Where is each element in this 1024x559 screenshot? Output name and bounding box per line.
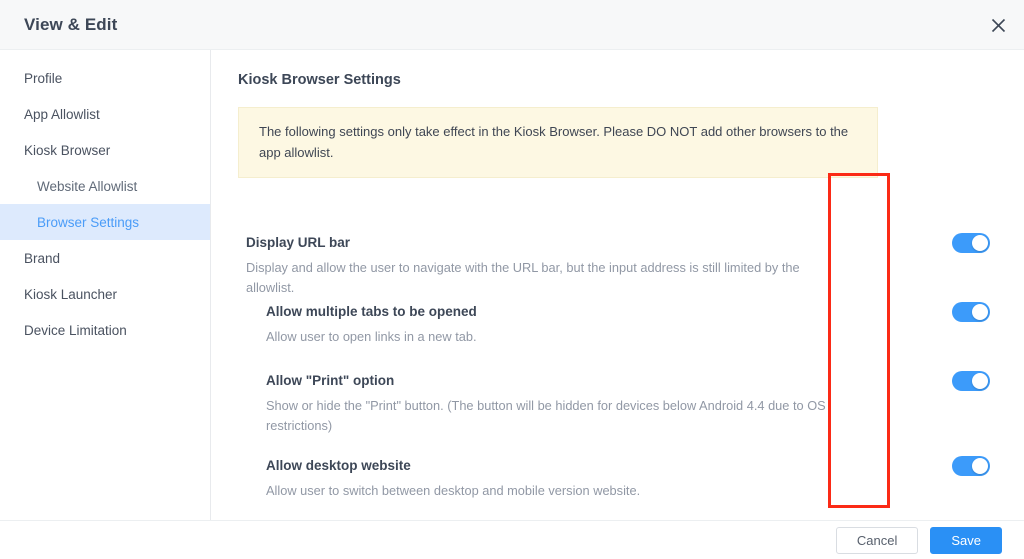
sidebar-item-app-allowlist[interactable]: App Allowlist <box>0 96 210 132</box>
sidebar-item-label: Profile <box>24 70 63 86</box>
sidebar-nav: Profile App Allowlist Kiosk Browser Website… <box>0 50 211 520</box>
sidebar-item-profile[interactable]: Profile <box>0 60 210 96</box>
setting-label: Allow desktop website <box>266 458 411 473</box>
toggle-switch[interactable] <box>952 302 990 322</box>
setting-label: Allow multiple tabs to be opened <box>266 304 477 319</box>
setting-row: Display URL bar Display and allow the use… <box>211 233 1024 298</box>
toggle-knob <box>972 458 988 474</box>
toggle-knob <box>972 304 988 320</box>
view-edit-dialog: View & Edit Profile App Allowlist Kiosk Br… <box>0 0 1024 559</box>
close-icon[interactable] <box>986 13 1010 37</box>
setting-label: Display URL bar <box>246 235 351 250</box>
content-title: Kiosk Browser Settings <box>238 72 401 88</box>
setting-description: Allow user to open links in a new tab. <box>266 329 477 344</box>
setting-row: Allow desktop website Allow user to switc… <box>211 456 1024 501</box>
main-content: Kiosk Browser Settings The following set… <box>211 50 1024 520</box>
sidebar-item-device-limitation[interactable]: Device Limitation <box>0 312 210 348</box>
toggle-knob <box>972 373 988 389</box>
dialog-header: View & Edit <box>0 0 1024 50</box>
sidebar-item-website-allowlist[interactable]: Website Allowlist <box>0 168 210 204</box>
toggle-switch[interactable] <box>952 456 990 476</box>
sidebar-item-label: Kiosk Launcher <box>24 286 118 302</box>
toggle-switch[interactable] <box>952 371 990 391</box>
setting-row: Allow multiple tabs to be opened Allow us… <box>211 302 1024 347</box>
sidebar-item-label: Browser Settings <box>37 214 140 230</box>
sidebar-item-label: Kiosk Browser <box>24 142 111 158</box>
toggle-knob <box>972 235 988 251</box>
setting-description: Allow user to switch between desktop and… <box>266 483 641 498</box>
setting-label: Allow "Print" option <box>266 373 395 388</box>
setting-row: Allow "Print" option Show or hide the "Pr… <box>211 371 1024 436</box>
save-button[interactable]: Save <box>930 526 1002 554</box>
cancel-button[interactable]: Cancel <box>835 526 919 554</box>
sidebar-item-label: Brand <box>24 250 61 266</box>
page-title: View & Edit <box>24 14 118 34</box>
sidebar-item-browser-settings[interactable]: Browser Settings <box>0 204 210 240</box>
notice-banner: The following settings only take effect … <box>238 107 878 178</box>
dialog-footer: Cancel Save <box>0 520 1024 559</box>
toggle-switch[interactable] <box>952 233 990 253</box>
sidebar-item-label: App Allowlist <box>24 106 100 122</box>
setting-description: Display and allow the user to navigate w… <box>246 260 800 295</box>
sidebar-item-label: Device Limitation <box>24 322 127 338</box>
sidebar-item-brand[interactable]: Brand <box>0 240 210 276</box>
sidebar-item-kiosk-launcher[interactable]: Kiosk Launcher <box>0 276 210 312</box>
sidebar-item-kiosk-browser[interactable]: Kiosk Browser <box>0 132 210 168</box>
sidebar-item-label: Website Allowlist <box>37 178 138 194</box>
setting-description: Show or hide the "Print" button. (The bu… <box>266 398 826 433</box>
